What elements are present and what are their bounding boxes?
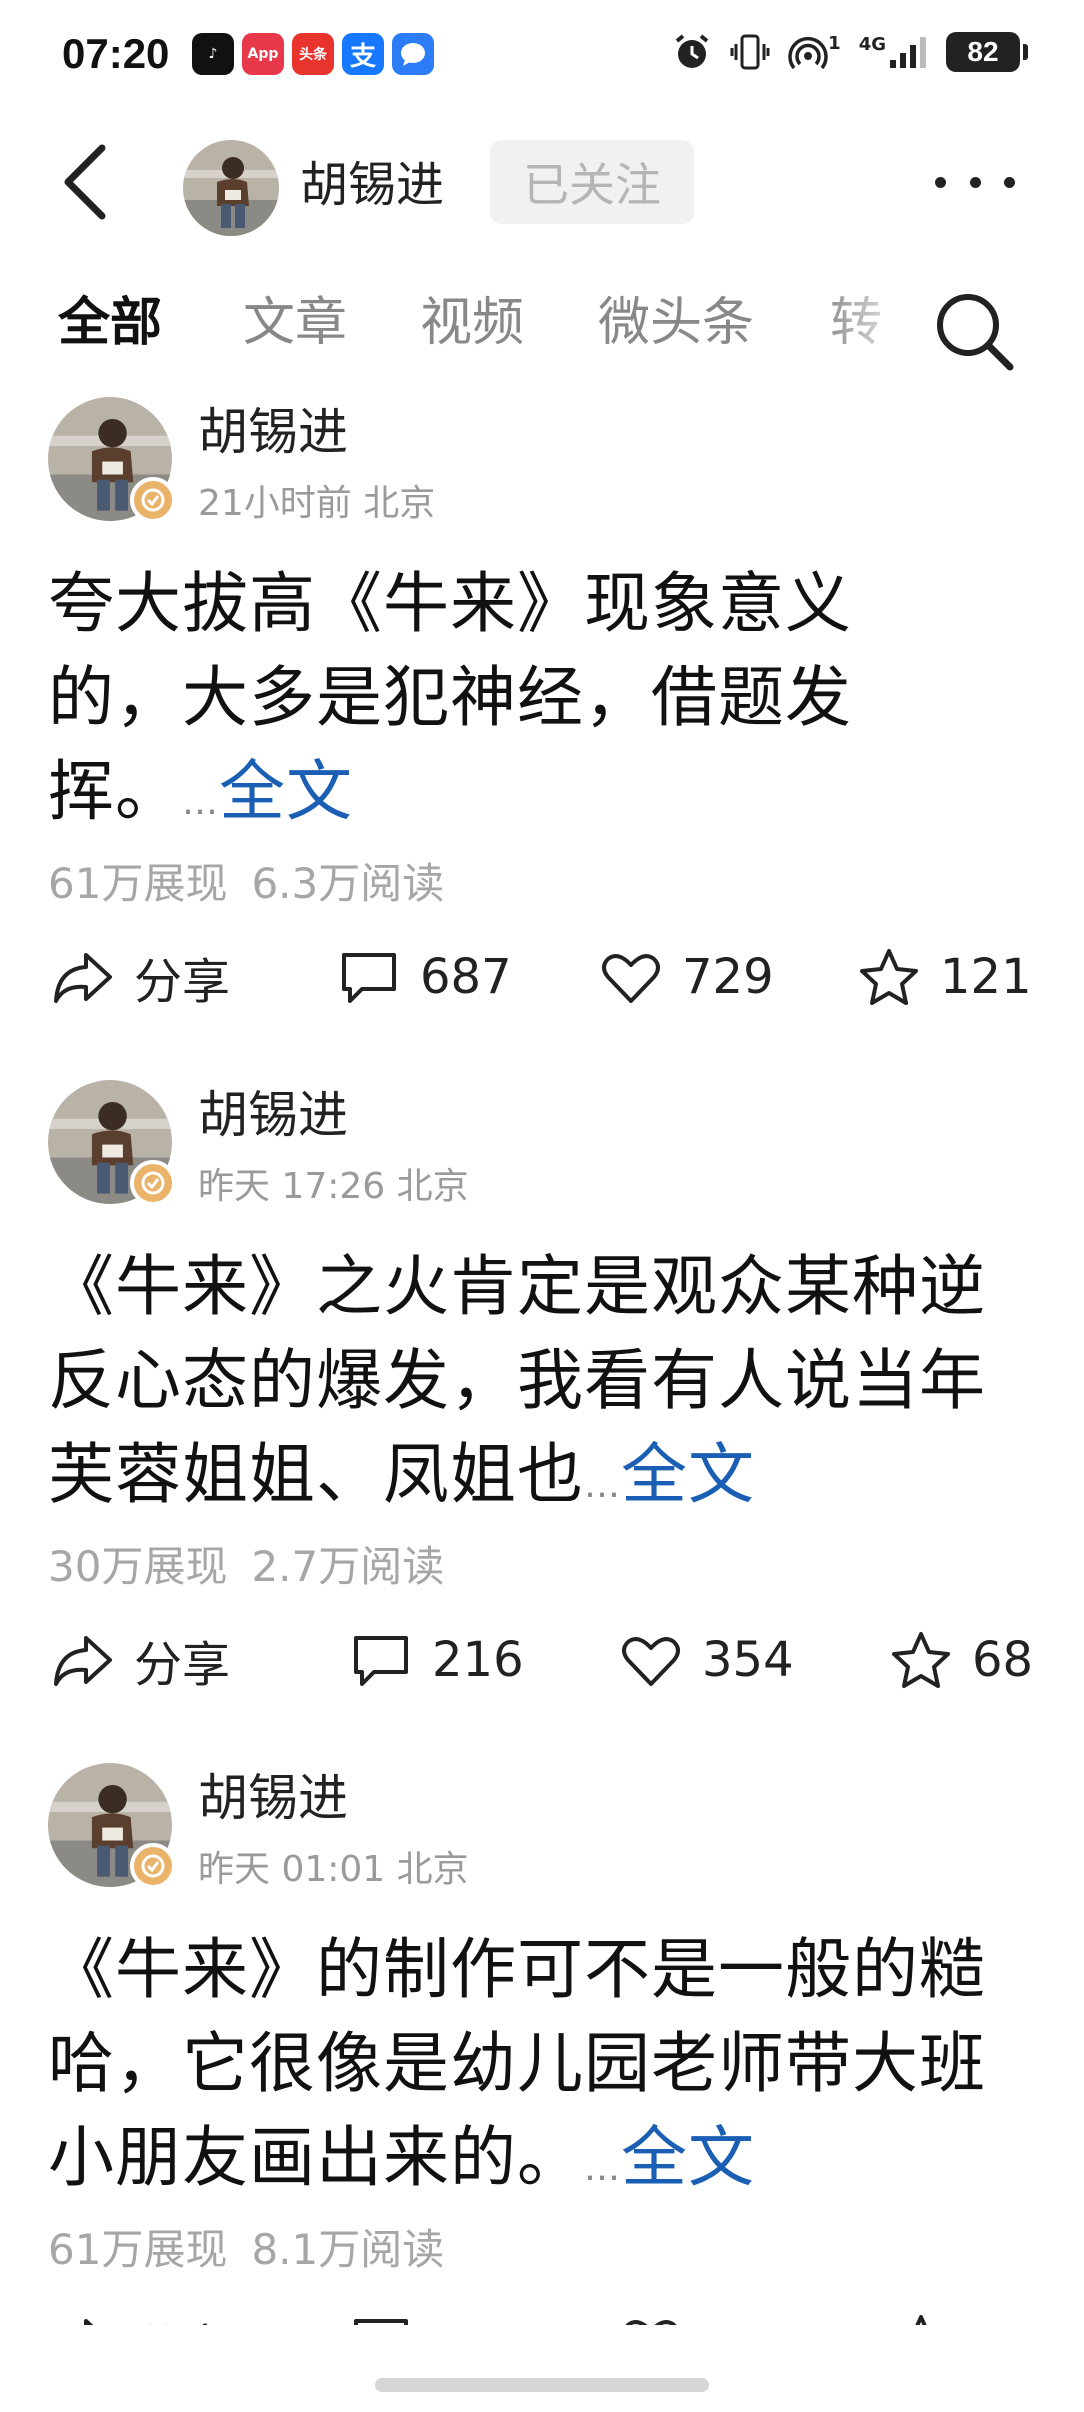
tiktok-icon: ♪	[192, 33, 234, 75]
more-options-icon[interactable]	[935, 167, 1015, 197]
like-button[interactable]: 729	[600, 937, 774, 1017]
favorite-button[interactable]: 68	[890, 1620, 1033, 1700]
post-meta: 昨天 01:01 北京	[198, 1849, 469, 1890]
post-actions: 分享 687 729 121	[0, 937, 1084, 1017]
verified-badge-icon	[130, 1843, 176, 1889]
comment-button[interactable]: 216	[350, 1620, 524, 1700]
tab-articles[interactable]: 文章	[243, 290, 347, 358]
full-text-link[interactable]: 全文	[219, 753, 353, 830]
share-button[interactable]: 分享	[52, 937, 230, 1017]
share-icon	[54, 1636, 112, 1686]
like-button[interactable]: 354	[620, 1620, 794, 1700]
post-author[interactable]: 胡锡进	[198, 1763, 348, 1833]
post-author[interactable]: 胡锡进	[198, 1080, 348, 1150]
notification-app-icons: ♪ App 头条 支	[192, 33, 434, 75]
back-button[interactable]	[58, 137, 118, 227]
post-stats: 61万展现 6.3万阅读	[48, 859, 445, 908]
verified-badge-icon	[130, 477, 176, 523]
avatar[interactable]	[183, 140, 279, 236]
favorite-button[interactable]: 121	[858, 937, 1032, 1017]
tab-all[interactable]: 全部	[58, 290, 162, 358]
comment-icon	[342, 953, 396, 1003]
post-text[interactable]: 夸大拔高《牛来》现象意义的，大多是犯神经，借题发挥。…全文	[48, 557, 928, 850]
alipay-icon: 支	[342, 33, 384, 75]
comment-icon	[354, 1636, 408, 1686]
toutiao-icon: 头条	[292, 33, 334, 75]
vibrate-icon	[730, 30, 770, 74]
post-meta: 21小时前 北京	[198, 483, 436, 524]
heart-icon	[602, 954, 660, 1003]
profile-name: 胡锡进	[300, 157, 445, 213]
app-gallery-icon: App	[242, 33, 284, 75]
system-status-icons: 1 4G 82	[672, 30, 1028, 74]
full-text-link[interactable]: 全文	[621, 1436, 755, 1513]
tab-micro-posts[interactable]: 微头条	[598, 290, 754, 358]
share-button[interactable]: 分享	[52, 1620, 230, 1700]
chevron-left-icon	[64, 144, 106, 220]
share-icon	[54, 953, 112, 1003]
heart-icon	[622, 1637, 680, 1686]
status-time: 07:20	[62, 30, 170, 77]
post-stats: 61万展现 8.1万阅读	[48, 2225, 445, 2274]
following-button[interactable]: 已关注	[490, 140, 694, 224]
full-text-link[interactable]: 全文	[621, 2119, 755, 2196]
post-author[interactable]: 胡锡进	[198, 397, 348, 467]
profile-header: 胡锡进 已关注	[0, 125, 1084, 245]
search-button[interactable]	[930, 287, 1020, 377]
post-text[interactable]: 《牛来》之火肯定是观众某种逆反心态的爆发，我看有人说当年芙蓉姐姐、凤姐也…全文	[48, 1240, 1008, 1533]
post-meta: 昨天 17:26 北京	[198, 1166, 469, 1207]
message-icon	[392, 33, 434, 75]
alarm-icon	[672, 30, 712, 74]
hotspot-icon: 1	[788, 30, 841, 74]
cellular-signal-icon: 4G	[859, 30, 928, 74]
post-actions: 分享 216 354 68	[0, 1620, 1084, 1700]
verified-badge-icon	[130, 1160, 176, 1206]
star-icon	[860, 949, 918, 1005]
post-text[interactable]: 《牛来》的制作可不是一般的糙哈，它很像是幼儿园老师带大班小朋友画出来的。…全文	[48, 1923, 1008, 2216]
home-indicator[interactable]	[375, 2378, 709, 2392]
comment-button[interactable]: 687	[338, 937, 512, 1017]
feed-post[interactable]: 胡锡进 昨天 01:01 北京 《牛来》的制作可不是一般的糙哈，它很像是幼儿园老…	[0, 1763, 1084, 2376]
post-stats: 30万展现 2.7万阅读	[48, 1542, 445, 1591]
battery-indicator: 82	[946, 32, 1028, 72]
search-icon	[937, 294, 1014, 371]
feed-post[interactable]: 胡锡进 21小时前 北京 夸大拔高《牛来》现象意义的，大多是犯神经，借题发挥。……	[0, 397, 1084, 1017]
content-tabs: 全部 文章 视频 微头条 转	[0, 275, 1084, 385]
status-bar: 07:20 ♪ App 头条 支 1 4G 82	[0, 0, 1084, 110]
feed-post[interactable]: 胡锡进 昨天 17:26 北京 《牛来》之火肯定是观众某种逆反心态的爆发，我看有…	[0, 1080, 1084, 1700]
tab-videos[interactable]: 视频	[420, 290, 524, 358]
star-icon	[892, 1632, 950, 1688]
